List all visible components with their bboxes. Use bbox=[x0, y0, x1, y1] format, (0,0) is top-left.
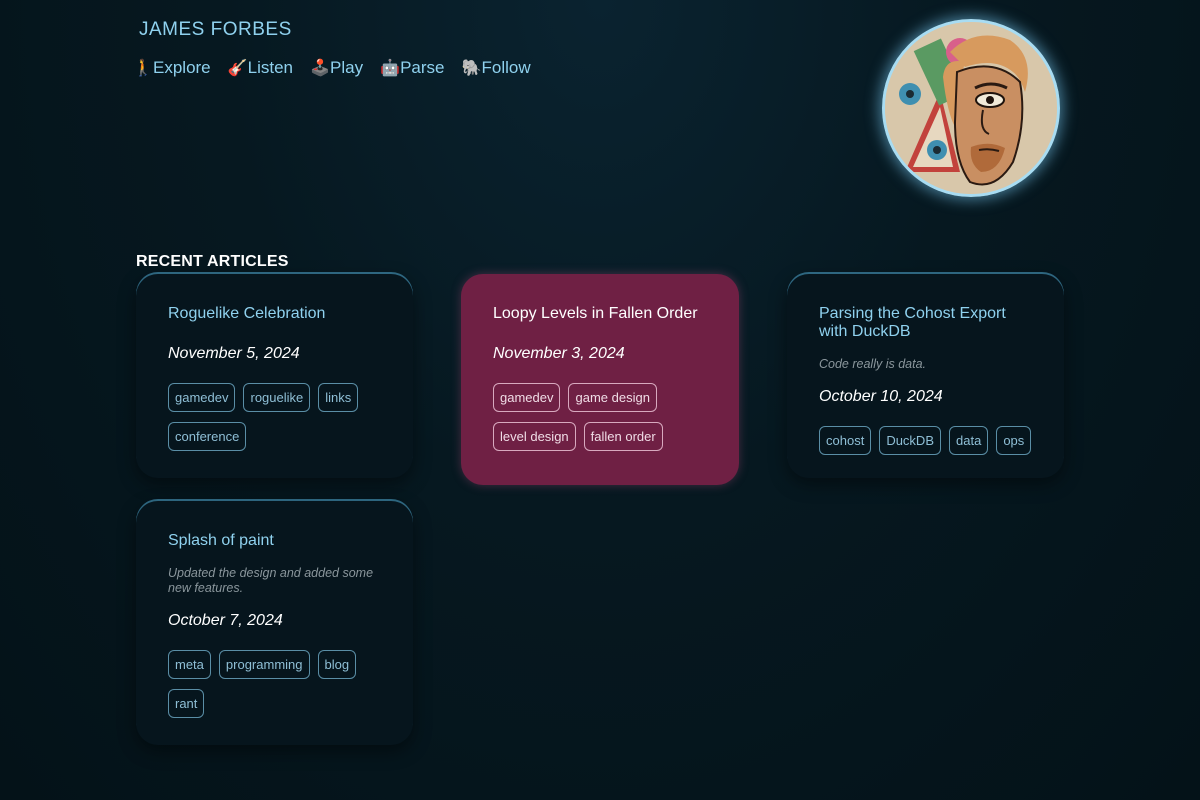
article-title-link[interactable]: Loopy Levels in Fallen Order bbox=[493, 305, 707, 323]
tag-chip[interactable]: DuckDB bbox=[879, 426, 941, 455]
tag-chip[interactable]: gamedev bbox=[168, 383, 236, 412]
article-card-highlighted: Loopy Levels in Fallen Order November 3,… bbox=[461, 274, 739, 485]
main-nav: 🚶 Explore 🎸 Listen 🕹️ Play 🤖 Parse 🐘 Fol… bbox=[133, 58, 548, 78]
tag-chip[interactable]: roguelike bbox=[243, 383, 311, 412]
article-date: October 10, 2024 bbox=[819, 388, 943, 405]
nav-listen[interactable]: 🎸 Listen bbox=[228, 58, 293, 78]
article-description: Updated the design and added some new fe… bbox=[168, 566, 374, 595]
article-date: November 3, 2024 bbox=[493, 345, 625, 362]
site-title[interactable]: JAMES FORBES bbox=[139, 19, 292, 41]
article-card: Splash of paint Updated the design and a… bbox=[136, 501, 413, 745]
article-card: Parsing the Cohost Export with DuckDB Co… bbox=[787, 274, 1064, 478]
nav-play[interactable]: 🕹️ Play bbox=[310, 58, 363, 78]
article-date: October 7, 2024 bbox=[168, 612, 283, 629]
tag-chip[interactable]: game design bbox=[568, 383, 657, 412]
tag-chip[interactable]: meta bbox=[168, 650, 211, 679]
tag-chip[interactable]: data bbox=[949, 426, 989, 455]
article-card: Roguelike Celebration November 5, 2024 g… bbox=[136, 274, 413, 478]
guitar-icon: 🎸 bbox=[227, 60, 248, 77]
nav-explore-label: Explore bbox=[153, 58, 211, 77]
tag-chip[interactable]: rant bbox=[168, 689, 205, 718]
tag-chip[interactable]: cohost bbox=[819, 426, 872, 455]
article-date: November 5, 2024 bbox=[168, 345, 300, 362]
nav-parse[interactable]: 🤖 Parse bbox=[380, 58, 444, 78]
joystick-icon: 🕹️ bbox=[310, 60, 330, 77]
nav-explore[interactable]: 🚶 Explore bbox=[133, 58, 211, 78]
article-title-link[interactable]: Parsing the Cohost Export with DuckDB bbox=[819, 305, 1032, 341]
tag-chip[interactable]: blog bbox=[317, 650, 357, 679]
article-tags: meta programming blog rant bbox=[168, 650, 381, 718]
tag-chip[interactable]: conference bbox=[168, 422, 247, 451]
nav-follow[interactable]: 🐘 Follow bbox=[462, 58, 531, 78]
robot-icon: 🤖 bbox=[380, 60, 401, 77]
walking-person-icon: 🚶 bbox=[133, 60, 153, 77]
elephant-icon: 🐘 bbox=[461, 60, 482, 77]
avatar[interactable] bbox=[882, 19, 1060, 197]
nav-follow-label: Follow bbox=[481, 58, 531, 77]
nav-parse-label: Parse bbox=[400, 58, 445, 77]
article-tags: cohost DuckDB data ops bbox=[819, 426, 1032, 455]
tag-chip[interactable]: gamedev bbox=[493, 383, 561, 412]
article-description: Code really is data. bbox=[819, 357, 927, 371]
article-tags: gamedev roguelike links conference bbox=[168, 383, 381, 451]
nav-play-label: Play bbox=[330, 58, 364, 77]
article-title-link[interactable]: Roguelike Celebration bbox=[168, 305, 381, 323]
tag-chip[interactable]: fallen order bbox=[583, 422, 663, 451]
recent-articles-heading: RECENT ARTICLES bbox=[136, 253, 289, 271]
avatar-image bbox=[882, 19, 1060, 197]
article-title-link[interactable]: Splash of paint bbox=[168, 532, 381, 550]
tag-chip[interactable]: level design bbox=[493, 422, 576, 451]
nav-listen-label: Listen bbox=[247, 58, 294, 77]
tag-chip[interactable]: ops bbox=[996, 426, 1032, 455]
tag-chip[interactable]: programming bbox=[218, 650, 310, 679]
article-tags: gamedev game design level design fallen … bbox=[493, 383, 707, 451]
tag-chip[interactable]: links bbox=[318, 383, 359, 412]
